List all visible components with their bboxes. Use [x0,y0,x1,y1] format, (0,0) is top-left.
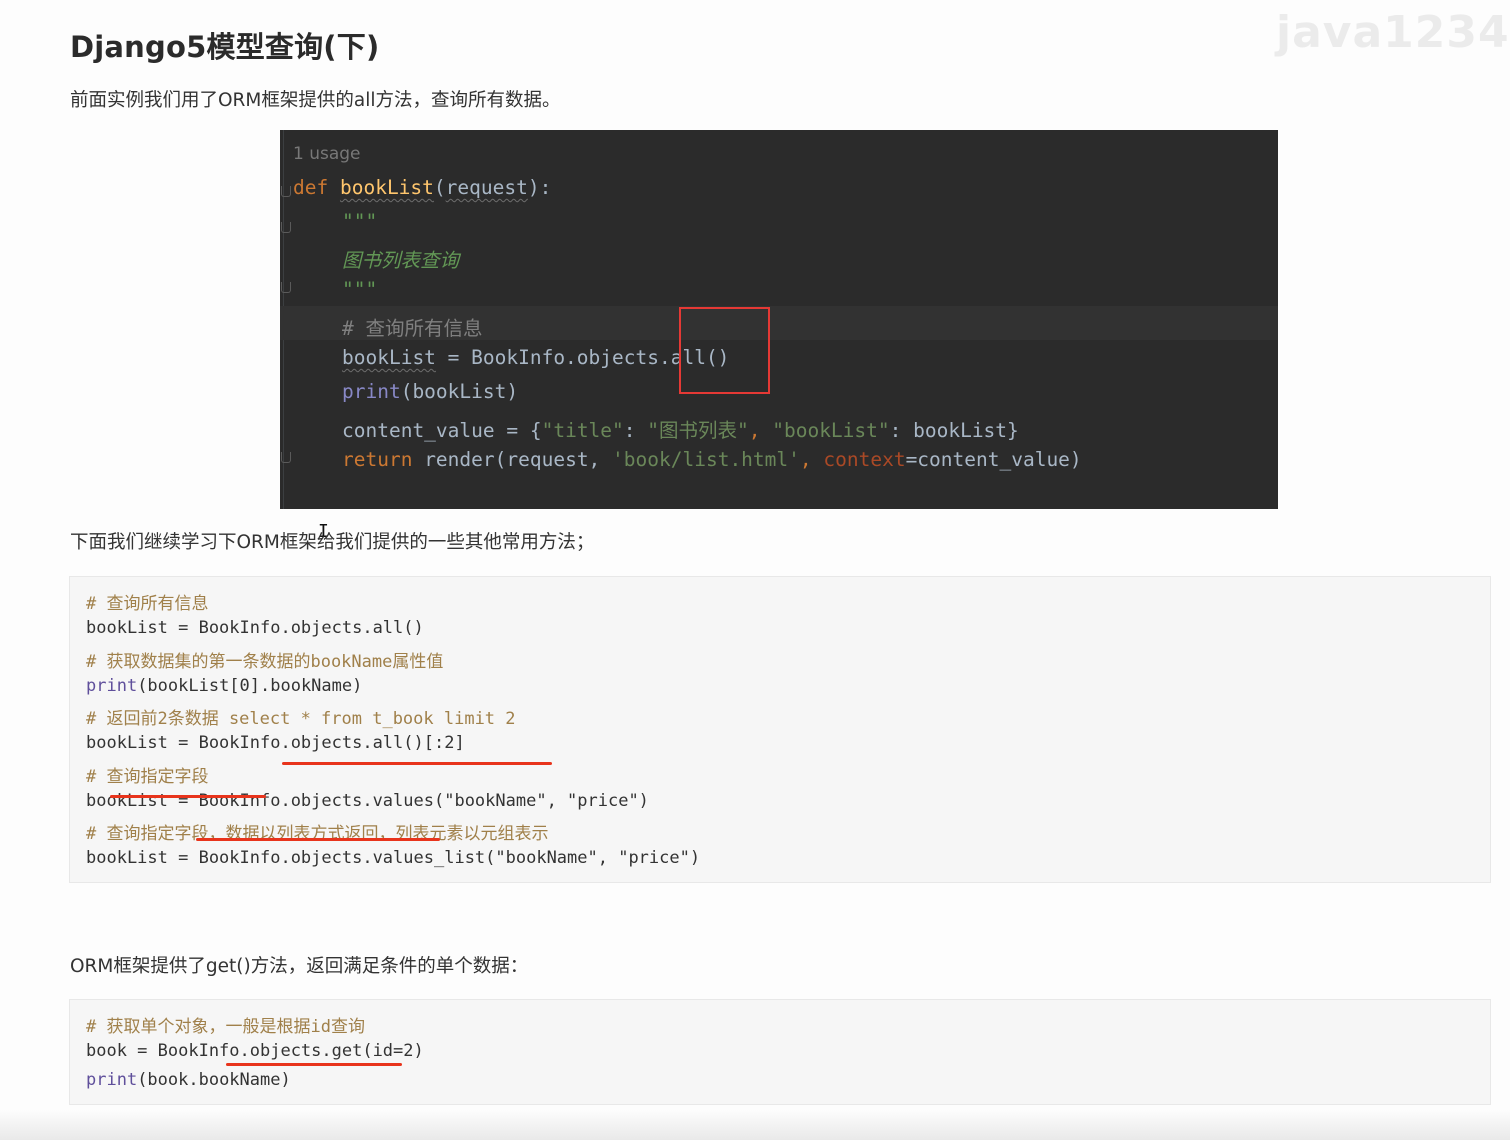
fold-marker-icon [281,186,291,197]
code-line: bookList = BookInfo.objects.values("book… [86,791,649,811]
code-line-print: print(bookList) [342,380,519,403]
watermark: java1234官 [1276,7,1510,58]
docstring-close: """ [342,278,378,301]
docstring-open: """ [342,210,378,233]
code-comment: # 获取数据集的第一条数据的bookName属性值 [86,652,444,672]
code-line: bookList = BookInfo.objects.values_list(… [86,848,701,868]
fold-marker-icon [281,222,291,233]
bottom-fade [0,1110,1510,1140]
red-highlight-box [679,307,770,394]
fold-marker-icon [281,452,291,463]
red-underline-mark [196,838,440,841]
code-line-def: def bookList(request): [293,176,552,199]
code-line-all: bookList = BookInfo.objects.all() [342,346,730,369]
code-comment: # 返回前2条数据 select * from t_book limit 2 [86,709,516,729]
page-title: Django5模型查询(下) [70,30,380,64]
code-line: bookList = BookInfo.objects.all()[:2] [86,733,465,753]
code-line: bookList = BookInfo.objects.all() [86,618,424,638]
ide-code-screenshot: 1 usage def bookList(request): """ 图书列表查… [280,130,1278,509]
code-block-methods: # 查询所有信息 bookList = BookInfo.objects.all… [69,576,1491,883]
red-underline-mark [282,762,552,765]
code-line-content: content_value = {"title": "图书列表", "bookL… [342,419,1019,442]
red-underline-mark [110,795,266,798]
code-line: book = BookInfo.objects.get(id=2) [86,1041,424,1061]
code-line: print(book.bookName) [86,1070,291,1090]
code-line-return: return render(request, 'book/list.html',… [342,448,1082,471]
code-comment: # 查询所有信息 [342,317,483,340]
methods-paragraph: 下面我们继续学习下ORM框架给我们提供的一些其他常用方法； [70,532,595,553]
red-underline-mark [226,1063,402,1066]
docstring-text: 图书列表查询 [342,249,460,272]
code-block-get: # 获取单个对象，一般是根据id查询 book = BookInfo.objec… [69,999,1491,1105]
code-comment: # 获取单个对象，一般是根据id查询 [86,1017,365,1037]
get-paragraph: ORM框架提供了get()方法，返回满足条件的单个数据： [70,956,529,977]
code-line: print(bookList[0].bookName) [86,676,363,696]
code-comment: # 查询指定字段 [86,767,209,787]
usage-hint: 1 usage [293,144,361,164]
fold-marker-icon [281,282,291,293]
code-comment: # 查询所有信息 [86,594,209,614]
intro-paragraph: 前面实例我们用了ORM框架提供的all方法，查询所有数据。 [70,90,561,111]
